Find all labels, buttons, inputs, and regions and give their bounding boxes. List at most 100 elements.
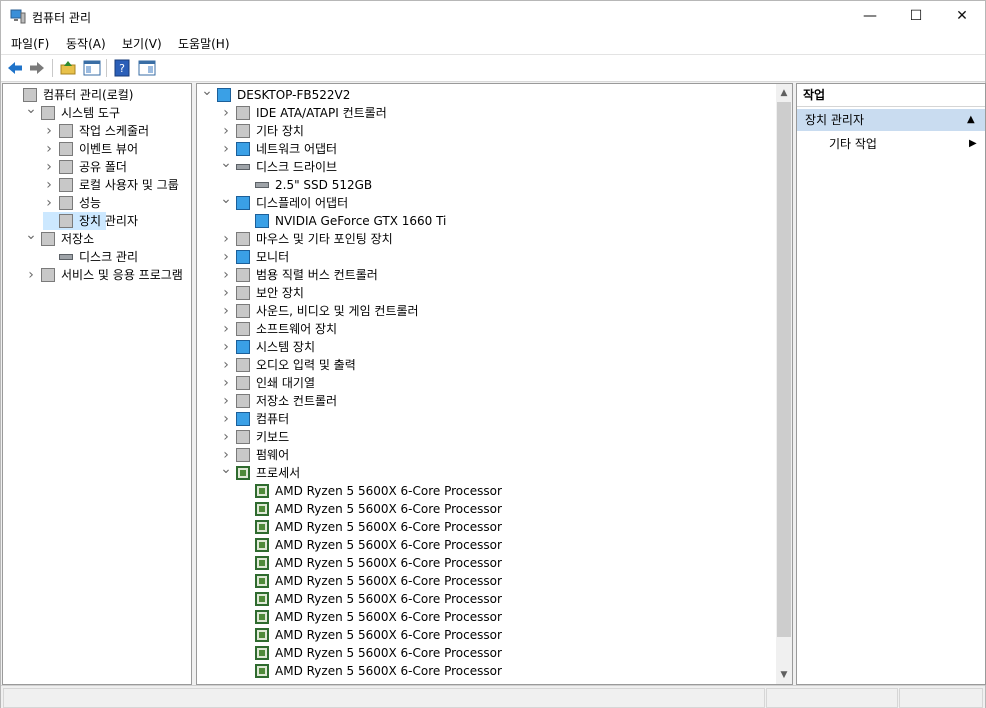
tree-item-label: 저장소 컨트롤러 xyxy=(256,394,338,408)
menu-action[interactable]: 동작(A) xyxy=(66,35,106,52)
show-hide-action-pane-icon[interactable] xyxy=(138,59,156,77)
tree-item[interactable]: ⌄ 프로세서 xyxy=(197,462,775,482)
tree-item[interactable]: AMD Ryzen 5 5600X 6-Core Processor xyxy=(197,500,775,518)
collapsed-chevron-icon[interactable]: › xyxy=(43,194,55,212)
tree-item[interactable]: › 작업 스케줄러 xyxy=(3,122,189,140)
forward-arrow-icon[interactable] xyxy=(28,59,46,77)
collapsed-chevron-icon[interactable]: › xyxy=(220,302,232,320)
tree-item[interactable]: › 저장소 컨트롤러 xyxy=(197,392,775,410)
help-icon[interactable]: ? xyxy=(113,59,131,77)
tree-item[interactable]: › 마우스 및 기타 포인팅 장치 xyxy=(197,230,775,248)
tree-item[interactable]: 디스크 관리 xyxy=(3,248,189,266)
tree-item[interactable]: › 펌웨어 xyxy=(197,446,775,464)
tree-item-label: AMD Ryzen 5 5600X 6-Core Processor xyxy=(275,646,502,660)
tree-item[interactable]: AMD Ryzen 5 5600X 6-Core Processor xyxy=(197,626,775,644)
tree-item[interactable]: › 기타 장치 xyxy=(197,122,775,140)
tree-item[interactable]: › 소프트웨어 장치 xyxy=(197,320,775,338)
tree-item[interactable]: › 오디오 입력 및 출력 xyxy=(197,356,775,374)
scrollbar-thumb[interactable] xyxy=(777,102,791,637)
system-device-icon xyxy=(236,340,250,354)
tree-item[interactable]: › 서비스 및 응용 프로그램 xyxy=(3,266,189,284)
tree-item[interactable]: AMD Ryzen 5 5600X 6-Core Processor xyxy=(197,572,775,590)
collapsed-chevron-icon[interactable]: › xyxy=(220,284,232,302)
tree-item[interactable]: ⌄ 디스플레이 어댑터 xyxy=(197,192,775,212)
maximize-button[interactable]: ☐ xyxy=(893,1,939,32)
close-button[interactable]: ✕ xyxy=(939,1,985,32)
tree-item[interactable]: AMD Ryzen 5 5600X 6-Core Processor xyxy=(197,518,775,536)
vertical-scrollbar[interactable]: ▲ ▼ xyxy=(776,84,792,684)
tree-item[interactable]: › 성능 xyxy=(3,194,189,212)
tree-item[interactable]: ⌄ 저장소 xyxy=(3,228,189,248)
collapsed-chevron-icon[interactable]: › xyxy=(220,122,232,140)
collapse-arrow-icon[interactable]: ▲ xyxy=(967,109,975,131)
tree-item[interactable]: › 모니터 xyxy=(197,248,775,266)
tree-item[interactable]: › 컴퓨터 xyxy=(197,410,775,428)
collapsed-chevron-icon[interactable]: › xyxy=(220,428,232,446)
expanded-chevron-icon[interactable]: ⌄ xyxy=(25,228,37,248)
tree-item[interactable]: › 키보드 xyxy=(197,428,775,446)
collapsed-chevron-icon[interactable]: › xyxy=(43,158,55,176)
actions-section-device-manager[interactable]: 장치 관리자 ▲ xyxy=(797,109,985,131)
collapsed-chevron-icon[interactable]: › xyxy=(220,320,232,338)
collapsed-chevron-icon[interactable]: › xyxy=(220,230,232,248)
tree-item[interactable]: › IDE ATA/ATAPI 컨트롤러 xyxy=(197,104,775,122)
collapsed-chevron-icon[interactable]: › xyxy=(43,176,55,194)
menu-help[interactable]: 도움말(H) xyxy=(178,35,230,52)
collapsed-chevron-icon[interactable]: › xyxy=(220,374,232,392)
collapsed-chevron-icon[interactable]: › xyxy=(220,356,232,374)
tree-item[interactable]: AMD Ryzen 5 5600X 6-Core Processor xyxy=(197,608,775,626)
tree-item[interactable]: › 시스템 장치 xyxy=(197,338,775,356)
tree-item[interactable]: › 이벤트 뷰어 xyxy=(3,140,189,158)
tree-item[interactable]: AMD Ryzen 5 5600X 6-Core Processor xyxy=(197,662,775,680)
keyboard-icon xyxy=(236,430,250,444)
back-arrow-icon[interactable] xyxy=(6,59,24,77)
status-cell-main xyxy=(3,688,765,708)
collapsed-chevron-icon[interactable]: › xyxy=(220,248,232,266)
tree-item[interactable]: AMD Ryzen 5 5600X 6-Core Processor xyxy=(197,644,775,662)
expanded-chevron-icon[interactable]: ⌄ xyxy=(220,192,232,212)
tree-item-label: 사운드, 비디오 및 게임 컨트롤러 xyxy=(256,304,419,318)
collapsed-chevron-icon[interactable]: › xyxy=(43,140,55,158)
tree-item[interactable]: NVIDIA GeForce GTX 1660 Ti xyxy=(197,212,775,230)
collapsed-chevron-icon[interactable]: › xyxy=(220,104,232,122)
tree-item[interactable]: › 네트워크 어댑터 xyxy=(197,140,775,158)
collapsed-chevron-icon[interactable]: › xyxy=(43,122,55,140)
menu-view[interactable]: 보기(V) xyxy=(122,35,162,52)
expanded-chevron-icon[interactable]: ⌄ xyxy=(201,84,213,104)
expanded-chevron-icon[interactable]: ⌄ xyxy=(220,156,232,176)
collapsed-chevron-icon[interactable]: › xyxy=(220,266,232,284)
up-folder-icon[interactable] xyxy=(59,59,77,77)
collapsed-chevron-icon[interactable]: › xyxy=(220,338,232,356)
scroll-up-arrow-icon[interactable]: ▲ xyxy=(776,85,792,101)
expanded-chevron-icon[interactable]: ⌄ xyxy=(25,102,37,122)
tree-item[interactable]: ⌄ DESKTOP-FB522V2 xyxy=(197,84,775,104)
tree-item[interactable]: › 로컬 사용자 및 그룹 xyxy=(3,176,189,194)
tree-item[interactable]: ⌄ 디스크 드라이브 xyxy=(197,156,775,176)
tree-item[interactable]: › 인쇄 대기열 xyxy=(197,374,775,392)
sound-icon xyxy=(236,304,250,318)
tree-item[interactable]: › 보안 장치 xyxy=(197,284,775,302)
menu-file[interactable]: 파일(F) xyxy=(11,35,49,52)
tree-item[interactable]: AMD Ryzen 5 5600X 6-Core Processor xyxy=(197,590,775,608)
show-hide-console-tree-icon[interactable] xyxy=(83,59,101,77)
processor-icon xyxy=(255,484,269,498)
status-cell-tertiary xyxy=(899,688,983,708)
tree-item[interactable]: AMD Ryzen 5 5600X 6-Core Processor xyxy=(197,554,775,572)
collapsed-chevron-icon[interactable]: › xyxy=(220,410,232,428)
no-expander xyxy=(239,572,251,590)
tree-item[interactable]: AMD Ryzen 5 5600X 6-Core Processor xyxy=(197,482,775,500)
tree-item[interactable]: › 공유 폴더 xyxy=(3,158,189,176)
action-more-actions[interactable]: 기타 작업 ▶ xyxy=(797,134,985,154)
collapsed-chevron-icon[interactable]: › xyxy=(25,266,37,284)
minimize-button[interactable]: — xyxy=(847,1,893,32)
scroll-down-arrow-icon[interactable]: ▼ xyxy=(776,667,792,683)
tree-item[interactable]: AMD Ryzen 5 5600X 6-Core Processor xyxy=(197,536,775,554)
tree-item[interactable]: ⌄ 시스템 도구 xyxy=(3,102,189,122)
actions-section-label: 장치 관리자 xyxy=(805,113,865,127)
tree-item[interactable]: 2.5" SSD 512GB xyxy=(197,176,775,194)
collapsed-chevron-icon[interactable]: › xyxy=(220,392,232,410)
expanded-chevron-icon[interactable]: ⌄ xyxy=(220,462,232,482)
tree-item[interactable]: › 사운드, 비디오 및 게임 컨트롤러 xyxy=(197,302,775,320)
tree-item[interactable]: › 범용 직렬 버스 컨트롤러 xyxy=(197,266,775,284)
tree-item[interactable]: 장치 관리자 xyxy=(43,212,138,230)
